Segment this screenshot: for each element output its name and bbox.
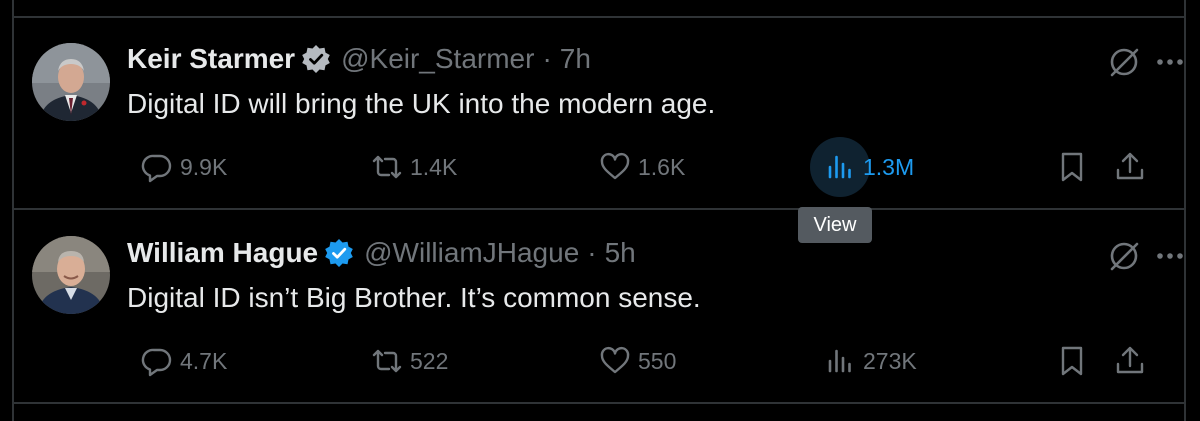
repost-icon	[372, 155, 402, 179]
frame-border-left	[12, 0, 14, 421]
verified-badge-icon	[301, 44, 331, 74]
author-handle[interactable]: @Keir_Starmer	[341, 43, 534, 75]
views-count: 273K	[863, 347, 917, 374]
more-icon[interactable]	[1150, 42, 1190, 82]
avatar[interactable]	[32, 236, 110, 314]
like-icon	[600, 152, 630, 180]
more-icon[interactable]	[1150, 236, 1190, 276]
bookmark-icon[interactable]	[1055, 344, 1089, 378]
author-handle[interactable]: @WilliamJHague	[364, 237, 579, 269]
avatar[interactable]	[32, 43, 110, 121]
like-icon	[600, 346, 630, 374]
grok-icon[interactable]	[1104, 236, 1144, 276]
like-button[interactable]: 1.6K	[598, 150, 685, 184]
repost-button[interactable]: 1.4K	[370, 150, 457, 184]
top-divider	[12, 16, 1186, 18]
reply-icon	[141, 154, 172, 183]
share-icon[interactable]	[1113, 150, 1147, 184]
views-icon	[828, 155, 851, 179]
timestamp[interactable]: 5h	[605, 237, 636, 269]
dot-separator: ·	[587, 237, 597, 268]
reply-icon	[141, 348, 172, 377]
like-button[interactable]: 550	[598, 344, 676, 378]
reply-count: 9.9K	[180, 153, 228, 180]
repost-icon	[372, 349, 402, 373]
views-button[interactable]: 1.3M	[823, 150, 914, 184]
like-count: 1.6K	[638, 153, 686, 180]
like-count: 550	[638, 347, 677, 374]
views-tooltip: View	[798, 207, 872, 243]
tweet-header: Keir Starmer @Keir_Starmer · 7h	[127, 43, 591, 75]
tweet-divider	[12, 208, 1186, 210]
views-icon	[828, 349, 851, 373]
share-icon[interactable]	[1113, 344, 1147, 378]
reply-count: 4.7K	[180, 347, 228, 374]
repost-button[interactable]: 522	[370, 344, 448, 378]
tweet-text: Digital ID will bring the UK into the mo…	[127, 88, 716, 119]
tweet-text: Digital ID isn’t Big Brother. It’s commo…	[127, 282, 701, 313]
verified-badge-icon	[324, 238, 354, 268]
tweet-header: William Hague @WilliamJHague · 5h	[127, 237, 636, 269]
author-name[interactable]: Keir Starmer	[127, 43, 295, 75]
views-button[interactable]: 273K	[823, 344, 917, 378]
reply-button[interactable]: 9.9K	[140, 150, 227, 184]
repost-count: 522	[410, 347, 449, 374]
grok-icon[interactable]	[1104, 42, 1144, 82]
author-name[interactable]: William Hague	[127, 237, 318, 269]
dot-separator: ·	[542, 43, 552, 74]
views-count: 1.3M	[863, 153, 915, 180]
bottom-divider	[12, 402, 1186, 404]
repost-count: 1.4K	[410, 153, 458, 180]
reply-button[interactable]: 4.7K	[140, 344, 227, 378]
timestamp[interactable]: 7h	[560, 43, 591, 75]
bookmark-icon[interactable]	[1055, 150, 1089, 184]
